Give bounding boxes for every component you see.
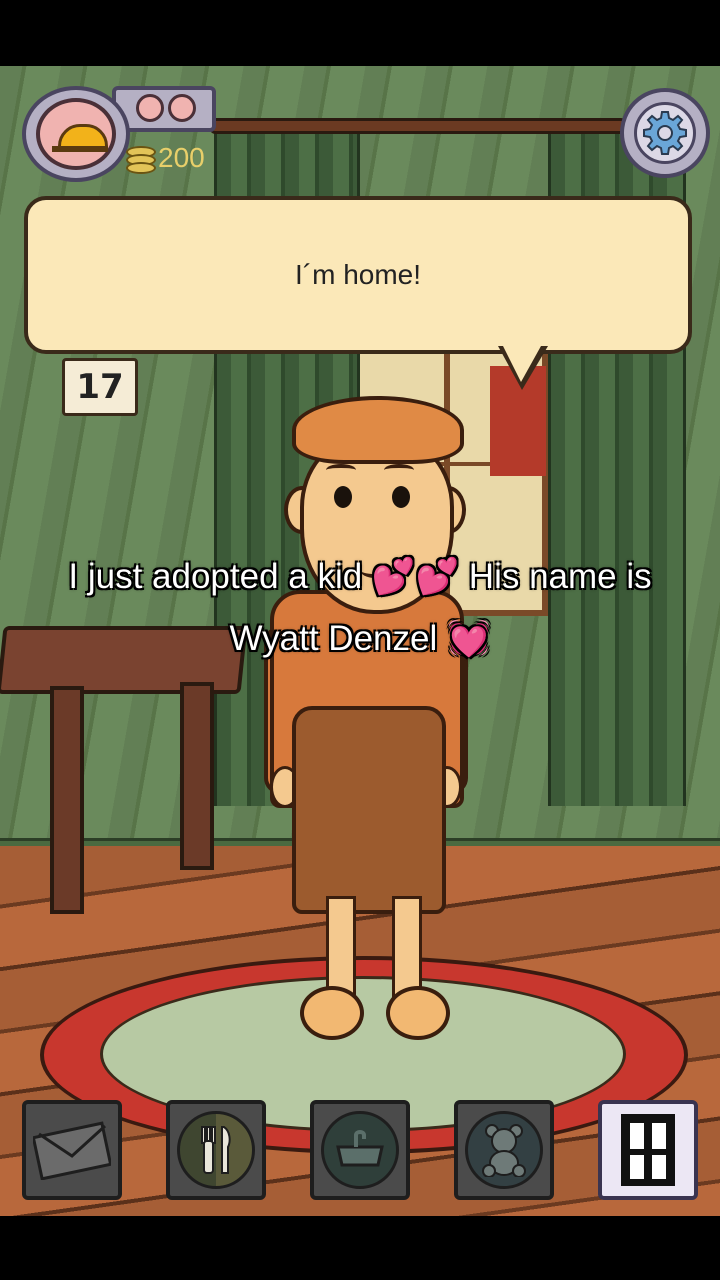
kid-shorts [292,706,446,914]
kid-hair [292,396,464,464]
video-caption: I just adopted a kid 💕💕 His name is Wyat… [0,546,720,670]
coin-counter: 200 [124,140,205,176]
room-button[interactable] [598,1100,698,1200]
kid-eye-right [392,486,410,508]
kid-foot-right [386,986,450,1040]
speech-bubble[interactable]: I´m home! [24,196,692,354]
sunrise-icon [36,98,116,170]
kid-brow-left [326,464,356,476]
mail-icon [33,1121,111,1180]
wash-button[interactable] [310,1100,410,1200]
kid-eye-left [334,486,352,508]
bottom-toolbar [0,1096,720,1206]
gear-icon [634,102,696,164]
window-icon [621,1114,675,1186]
caption-line: I just adopted a kid 💕💕 His name is [68,557,652,596]
fork-knife-icon [177,1111,255,1189]
time-of-day-badge[interactable] [22,86,130,182]
coin-stack-icon [124,144,156,174]
status-pill [168,94,196,122]
settings-button[interactable] [620,88,710,178]
caption-line: Wyatt Denzel 💓 [229,619,491,658]
kid-foot-left [300,986,364,1040]
coin-amount: 200 [158,142,205,173]
toys-button[interactable] [454,1100,554,1200]
sink-icon [321,1111,399,1189]
speech-bubble-tail-fill [503,346,541,382]
feed-button[interactable] [166,1100,266,1200]
status-pill [136,94,164,122]
kid-brow-right [384,464,414,476]
dialogue-text: I´m home! [294,259,422,290]
teddy-bear-icon [465,1111,543,1189]
mail-button[interactable] [22,1100,122,1200]
